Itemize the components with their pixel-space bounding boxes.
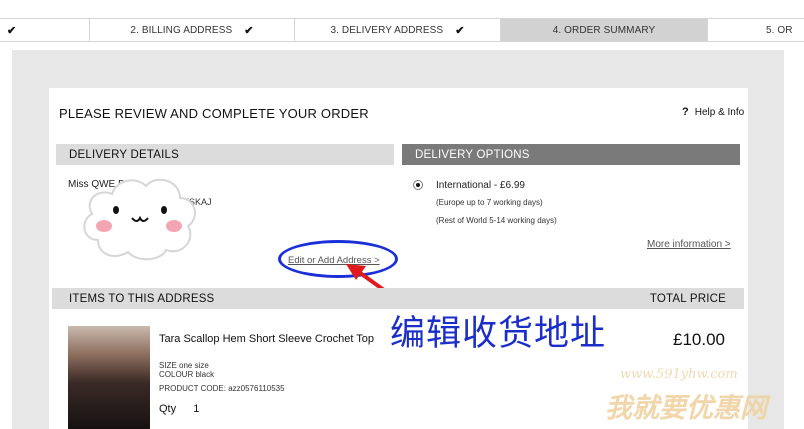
- product-code: PRODUCT CODE: azz0576110535: [159, 384, 285, 393]
- step-billing-address[interactable]: 2. BILLING ADDRESS ✔: [90, 19, 295, 41]
- checkmark-icon: ✔: [455, 24, 465, 37]
- question-icon: ?: [682, 106, 689, 118]
- qty-value: 1: [193, 403, 200, 415]
- qty-label: Qty: [159, 403, 177, 415]
- product-image[interactable]: [68, 326, 150, 429]
- checkmark-icon: ✔: [7, 24, 17, 37]
- delivery-option-radio[interactable]: [413, 180, 423, 190]
- delivery-details-header: DELIVERY DETAILS: [56, 144, 394, 165]
- help-info-link[interactable]: ? Help & Info: [682, 106, 744, 118]
- step-label: 5. OR: [766, 24, 793, 36]
- delivery-option-label: International - £6.99: [436, 180, 525, 191]
- delivery-option-note: (Rest of World 5-14 working days): [436, 216, 557, 225]
- more-information-link[interactable]: More information >: [647, 239, 731, 250]
- total-price-heading: TOTAL PRICE: [649, 292, 726, 305]
- cloud-sticker-icon: [83, 178, 196, 261]
- step-1[interactable]: ✔: [0, 19, 90, 41]
- annotation-text: 编辑收货地址: [390, 314, 607, 354]
- product-quantity: Qty 1: [159, 403, 199, 415]
- product-colour: COLOUR black: [159, 370, 215, 379]
- product-price: £10.00: [673, 330, 725, 349]
- help-label: Help & Info: [694, 106, 745, 118]
- product-size: SIZE one size: [159, 361, 209, 370]
- checkmark-icon: ✔: [244, 24, 254, 37]
- step-5: 5. OR: [708, 19, 804, 41]
- delivery-option-note: (Europe up to 7 working days): [436, 198, 543, 207]
- page-title: PLEASE REVIEW AND COMPLETE YOUR ORDER: [59, 106, 369, 121]
- step-label: 2. BILLING ADDRESS: [130, 24, 233, 36]
- step-label: 4. ORDER SUMMARY: [552, 24, 656, 36]
- step-label: 3. DELIVERY ADDRESS: [330, 24, 444, 36]
- delivery-options-header: DELIVERY OPTIONS: [402, 144, 740, 165]
- step-delivery-address[interactable]: 3. DELIVERY ADDRESS ✔: [295, 19, 501, 41]
- product-name[interactable]: Tara Scallop Hem Short Sleeve Crochet To…: [159, 333, 374, 345]
- watermark-text: 我就要优惠网: [605, 393, 767, 424]
- watermark-url: www.591yhw.com: [620, 367, 738, 382]
- checkout-progress-steps: ✔ 2. BILLING ADDRESS ✔ 3. DELIVERY ADDRE…: [0, 18, 804, 42]
- step-order-summary: 4. ORDER SUMMARY: [501, 19, 708, 41]
- items-heading: ITEMS TO THIS ADDRESS: [69, 292, 215, 305]
